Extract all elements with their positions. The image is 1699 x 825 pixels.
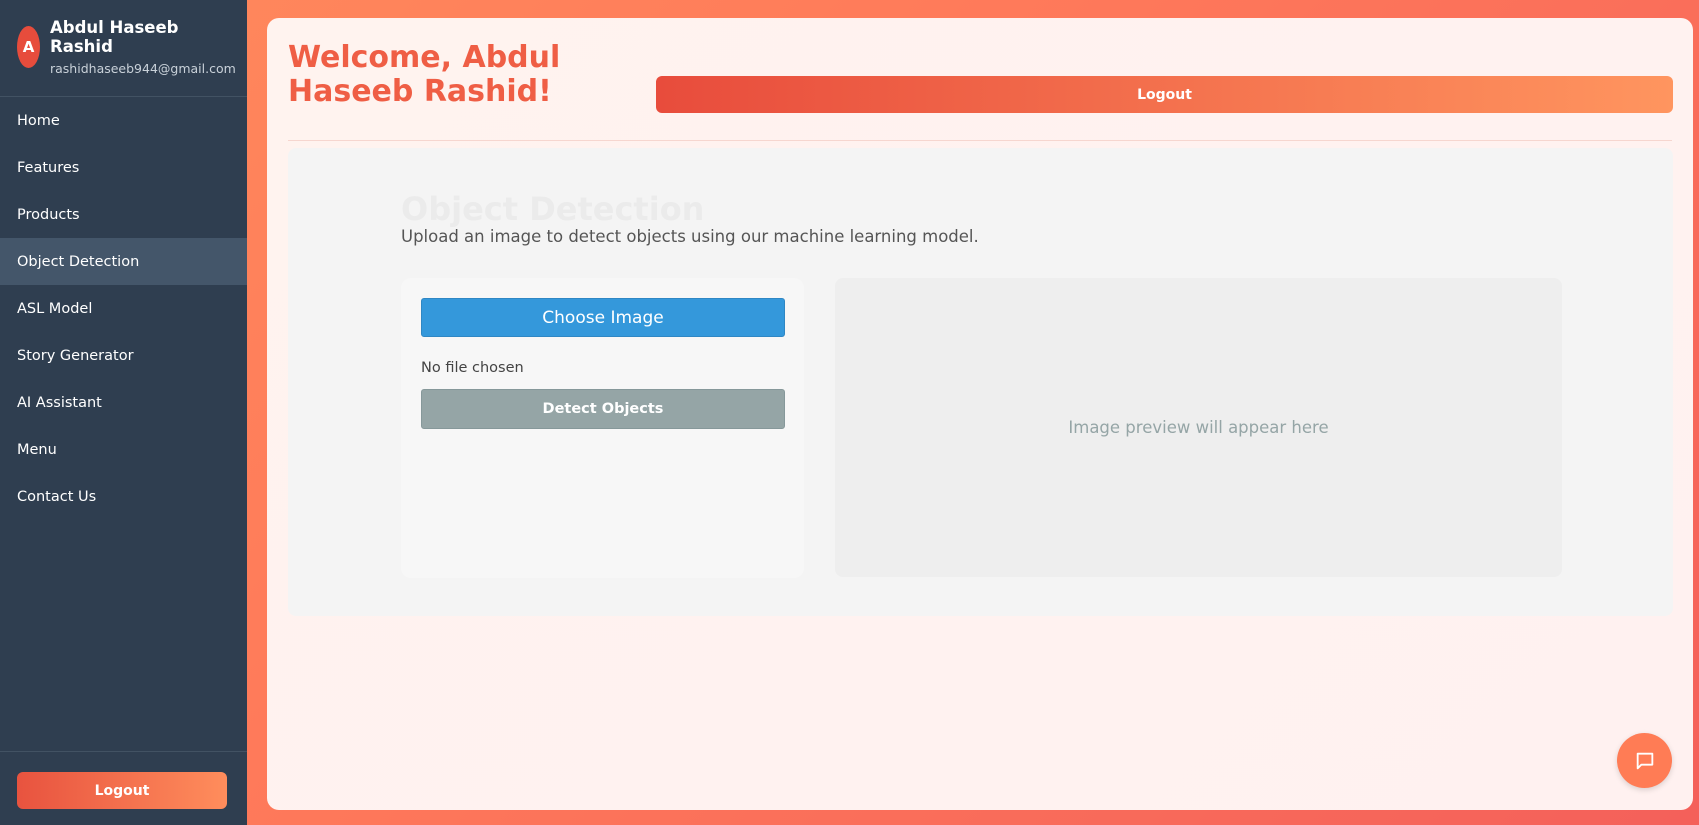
sidebar-item-story-generator[interactable]: Story Generator <box>0 332 247 379</box>
object-detection-section: Object Detection Upload an image to dete… <box>288 148 1673 616</box>
user-email: rashidhaseeb944@gmail.com <box>50 61 236 76</box>
sidebar-item-products[interactable]: Products <box>0 191 247 238</box>
sidebar-item-home[interactable]: Home <box>0 97 247 144</box>
sidebar: A Abdul Haseeb Rashid rashidhaseeb944@gm… <box>0 0 247 825</box>
preview-placeholder: Image preview will appear here <box>1068 418 1329 437</box>
profile-info: Abdul Haseeb Rashid rashidhaseeb944@gmai… <box>50 18 236 76</box>
page-header: Welcome, Abdul Haseeb Rashid! Logout <box>288 39 1673 141</box>
sidebar-item-menu[interactable]: Menu <box>0 426 247 473</box>
sidebar-footer: Logout <box>0 751 247 825</box>
chat-bubble-icon <box>1636 752 1653 769</box>
sidebar-item-asl-model[interactable]: ASL Model <box>0 285 247 332</box>
file-status-text: No file chosen <box>421 360 524 376</box>
main-content: Welcome, Abdul Haseeb Rashid! Logout Obj… <box>267 18 1693 810</box>
sidebar-item-ai-assistant[interactable]: AI Assistant <box>0 379 247 426</box>
sidebar-item-object-detection[interactable]: Object Detection <box>0 238 247 285</box>
sidebar-item-features[interactable]: Features <box>0 144 247 191</box>
chat-button[interactable] <box>1617 733 1672 788</box>
header-logout-button[interactable]: Logout <box>656 76 1673 113</box>
sidebar-logout-button[interactable]: Logout <box>17 772 227 809</box>
upload-panel: Choose Image No file chosen Detect Objec… <box>401 278 804 578</box>
sidebar-item-contact-us[interactable]: Contact Us <box>0 473 247 520</box>
section-subtitle: Upload an image to detect objects using … <box>401 227 979 246</box>
sidebar-nav: Home Features Products Object Detection … <box>0 97 247 751</box>
avatar: A <box>17 26 40 68</box>
detect-objects-button[interactable]: Detect Objects <box>421 389 785 429</box>
image-preview-panel: Image preview will appear here <box>835 278 1562 577</box>
user-profile: A Abdul Haseeb Rashid rashidhaseeb944@gm… <box>0 0 247 97</box>
choose-image-button[interactable]: Choose Image <box>421 298 785 337</box>
user-name: Abdul Haseeb Rashid <box>50 18 179 56</box>
welcome-title: Welcome, Abdul Haseeb Rashid! <box>288 40 561 109</box>
section-title: Object Detection <box>401 190 705 228</box>
